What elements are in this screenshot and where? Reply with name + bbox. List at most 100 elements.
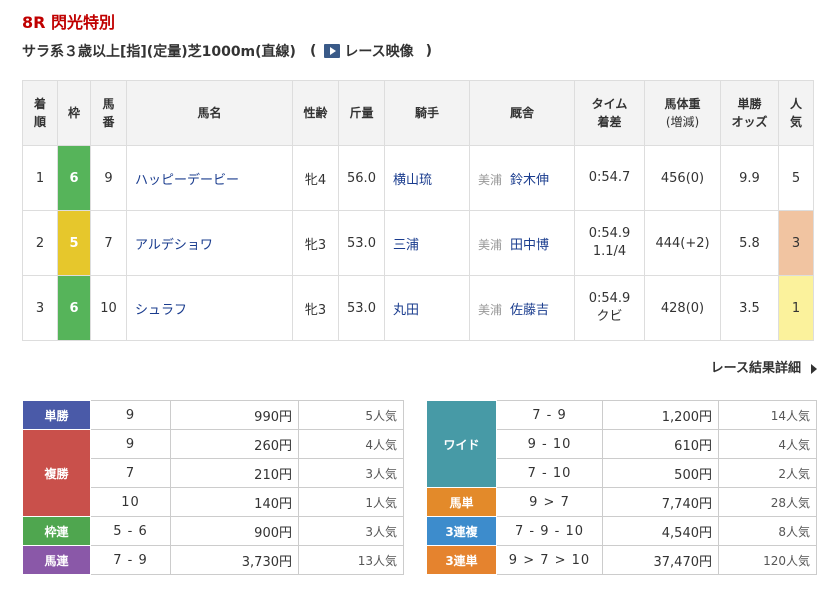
umatan-label: 馬単 (426, 487, 497, 517)
payout-popularity: 2人気 (718, 458, 817, 488)
sanrenpuku-label: 3連複 (426, 516, 497, 546)
sexage-cell: 牝3 (292, 210, 339, 276)
header-time: タイム 着差 (574, 80, 645, 146)
payout-popularity: 3人気 (298, 458, 404, 488)
payout-amount: 37,470円 (602, 545, 719, 575)
rank-cell: 1 (22, 145, 58, 211)
rank-cell: 2 (22, 210, 58, 276)
header-weight: 斤量 (338, 80, 385, 146)
sexage-cell: 牝3 (292, 275, 339, 341)
video-play-icon[interactable] (324, 44, 341, 58)
payout-number: 7 - 10 (496, 458, 603, 488)
payout-popularity: 3人気 (298, 516, 404, 546)
payout-amount: 500円 (602, 458, 719, 488)
sexage-cell: 牝4 (292, 145, 339, 211)
payout-popularity: 4人気 (298, 429, 404, 459)
payout-popularity: 5人気 (298, 400, 404, 430)
race-result-detail-link[interactable]: レース結果詳細 (711, 357, 817, 376)
horse-name-link[interactable]: シュラフ (126, 275, 293, 341)
margin-text: 1.1/4 (592, 244, 627, 259)
waku-cell: 5 (57, 210, 91, 276)
rank-cell: 3 (22, 275, 58, 341)
weight-cell: 56.0 (338, 145, 385, 211)
payout-row-tansho: 単勝 9 990円 5人気 (22, 400, 404, 430)
payout-number: 9 - 10 (496, 429, 603, 459)
waku-cell: 6 (57, 145, 91, 211)
tansho-label: 単勝 (22, 400, 91, 430)
payout-amount: 7,740円 (602, 487, 719, 517)
umaban-cell: 10 (90, 275, 127, 341)
payout-number: 9 > 7 > 10 (496, 545, 603, 575)
header-jockey: 騎手 (384, 80, 470, 146)
payout-amount: 990円 (170, 400, 299, 430)
stable-area: 美浦 (478, 237, 503, 252)
horse-name-link[interactable]: ハッピーデービー (126, 145, 293, 211)
jockey-link[interactable]: 三浦 (384, 210, 470, 276)
odds-cell: 9.9 (720, 145, 779, 211)
triangle-right-icon (811, 363, 817, 374)
payout-amount: 210円 (170, 458, 299, 488)
payout-row-fukusho: 複勝 9 260円 4人気 (22, 429, 404, 517)
stable-area: 美浦 (478, 172, 503, 187)
odds-cell: 3.5 (720, 275, 779, 341)
payout-number: 9 (90, 429, 171, 459)
payout-number: 9 (90, 400, 171, 430)
header-sexage: 性齢 (292, 80, 339, 146)
payout-amount: 140円 (170, 487, 299, 517)
race-conditions: サラ系３歳以上[指](定量)芝1000m(直線) ( レース映像 ) (22, 41, 432, 61)
payout-number: 7 - 9 (496, 400, 603, 430)
payout-popularity: 28人気 (718, 487, 817, 517)
jockey-link[interactable]: 丸田 (384, 275, 470, 341)
trainer-link[interactable]: 田中博 (510, 238, 549, 253)
table-row: 3 6 10 シュラフ 牝3 53.0 丸田 美浦 佐藤吉 0:54.9 クビ 42… (22, 275, 814, 341)
results-header-row: 着順 枠 馬番 馬名 性齢 斤量 騎手 厩舎 タイム 着差 馬体重 (増減) 単勝オ… (22, 80, 814, 146)
trainer-link[interactable]: 佐藤吉 (510, 303, 549, 318)
waku-cell: 6 (57, 275, 91, 341)
stable-cell: 美浦 佐藤吉 (469, 275, 575, 341)
table-row: 2 5 7 アルデショワ 牝3 53.0 三浦 美浦 田中博 0:54.9 1.1/… (22, 210, 814, 276)
header-waku: 枠 (57, 80, 91, 146)
header-horse: 馬名 (126, 80, 293, 146)
header-umaban: 馬番 (90, 80, 127, 146)
payout-popularity: 4人気 (718, 429, 817, 459)
race-title: 8R 閃光特別 (22, 13, 116, 32)
time-cell: 0:54.9 1.1/4 (574, 210, 645, 276)
bodyweight-cell: 456(0) (644, 145, 721, 211)
jockey-link[interactable]: 横山琉 (384, 145, 470, 211)
payout-popularity: 120人気 (718, 545, 817, 575)
fukusho-label: 複勝 (22, 429, 91, 517)
payout-popularity: 1人気 (298, 487, 404, 517)
weight-cell: 53.0 (338, 275, 385, 341)
payout-amount: 260円 (170, 429, 299, 459)
payout-row-umaren: 馬連 7 - 9 3,730円 13人気 (22, 545, 404, 575)
payout-table-left: 単勝 9 990円 5人気 複勝 9 260円 4人気 7 210円 3人気 1… (22, 400, 404, 575)
ninki-cell: 3 (778, 210, 814, 276)
stable-area: 美浦 (478, 302, 503, 317)
payout-row-sanrentan: 3連単 9 > 7 > 10 37,470円 120人気 (426, 545, 817, 575)
payout-amount: 1,200円 (602, 400, 719, 430)
horse-name-link[interactable]: アルデショワ (126, 210, 293, 276)
payout-number: 10 (90, 487, 171, 517)
payout-table-right: ワイド 7 - 9 1,200円 14人気 9 - 10 610円 4人気 7 … (426, 400, 817, 575)
race-video-link[interactable]: レース映像 (344, 41, 413, 61)
header-ninki: 人気 (778, 80, 814, 146)
ninki-cell: 1 (778, 275, 814, 341)
payout-number: 7 - 9 (90, 545, 171, 575)
close-paren: ) (425, 43, 433, 59)
time-cell: 0:54.7 (574, 145, 645, 211)
header-odds: 単勝 オッズ (720, 80, 779, 146)
payout-number: 5 - 6 (90, 516, 171, 546)
trainer-link[interactable]: 鈴木伸 (510, 173, 549, 188)
stable-cell: 美浦 鈴木伸 (469, 145, 575, 211)
payout-row-wakuren: 枠連 5 - 6 900円 3人気 (22, 516, 404, 546)
table-row: 1 6 9 ハッピーデービー 牝4 56.0 横山琉 美浦 鈴木伸 0:54.7 … (22, 145, 814, 211)
detail-link-label: レース結果詳細 (710, 361, 801, 376)
results-table: 着順 枠 馬番 馬名 性齢 斤量 騎手 厩舎 タイム 着差 馬体重 (増減) 単勝オ… (22, 80, 814, 341)
wakuren-label: 枠連 (22, 516, 91, 546)
weight-cell: 53.0 (338, 210, 385, 276)
bodyweight-cell: 444(+2) (644, 210, 721, 276)
payout-number: 9 > 7 (496, 487, 603, 517)
payout-popularity: 13人気 (298, 545, 404, 575)
payout-popularity: 8人気 (718, 516, 817, 546)
ninki-cell: 5 (778, 145, 814, 211)
